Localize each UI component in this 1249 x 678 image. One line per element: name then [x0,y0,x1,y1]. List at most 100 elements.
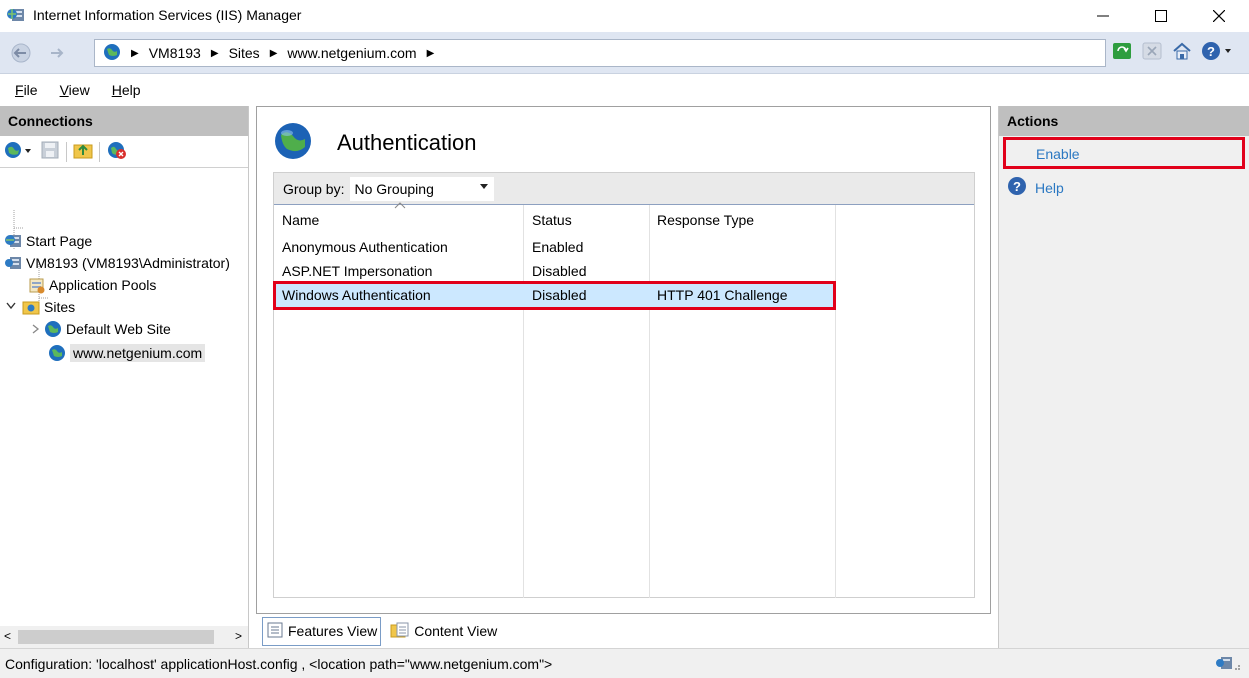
breadcrumb-separator-icon[interactable]: ▶ [427,48,435,59]
breadcrumb-server[interactable]: VM8193 [149,45,201,61]
scroll-right-icon[interactable]: > [235,629,242,643]
status-bar: Configuration: 'localhost' applicationHo… [0,648,1249,678]
cell-name: Anonymous Authentication [282,239,448,255]
cell-response-type: HTTP 401 Challenge [657,287,788,303]
address-bar[interactable]: ▶ VM8193 ▶ Sites ▶ www.netgenium.com ▶ [94,39,1106,67]
status-text: Configuration: 'localhost' applicationHo… [5,656,553,672]
scrollbar-thumb[interactable] [18,630,214,644]
breadcrumb-separator-icon: ▶ [131,47,139,59]
globe-icon [48,344,66,362]
minimize-icon [1097,15,1109,17]
home-icon[interactable] [1170,39,1194,63]
close-icon [1213,10,1225,22]
cell-name: Windows Authentication [282,287,431,303]
feature-table: Name Status Response Type Anonymous Auth… [274,202,974,598]
globe-icon [44,320,62,338]
cell-name: ASP.NET Impersonation [282,263,433,279]
menu-help[interactable]: Help [112,82,141,98]
connect-globe-icon[interactable] [4,140,34,163]
back-arrow-icon [11,43,31,63]
content-view-icon [390,621,410,642]
feature-list: Group by: No Grouping Name Status Respon… [273,172,975,598]
group-by-dropdown[interactable]: No Grouping [350,176,495,201]
menu-view[interactable]: View [60,82,90,98]
action-enable-link[interactable]: Enable [1036,146,1080,162]
dropdown-arrow-icon [480,183,489,189]
toolbar-divider [66,141,67,162]
iis-app-icon [6,7,26,23]
title-bar: Internet Information Services (IIS) Mana… [0,0,1249,32]
breadcrumb-sites[interactable]: Sites [229,45,260,61]
features-view-icon [266,621,284,642]
svg-text:?: ? [1013,179,1021,194]
maximize-icon [1155,10,1167,22]
chevron-down-icon[interactable] [6,301,16,313]
tab-content-view[interactable]: Content View [387,618,500,645]
column-header-response-type[interactable]: Response Type [649,205,835,235]
forward-button[interactable] [40,40,76,66]
help-dropdown-icon[interactable]: ? [1200,39,1234,63]
tree-item-default-web-site[interactable]: Default Web Site [32,318,171,340]
refresh-icon[interactable] [1110,39,1134,63]
column-divider [835,205,836,598]
window-title: Internet Information Services (IIS) Mana… [33,7,302,23]
column-header-name[interactable]: Name [274,202,523,235]
group-by-bar: Group by: No Grouping [274,173,974,205]
group-by-label: Group by: [283,180,345,197]
page-title: Authentication [337,129,477,155]
globe-icon [103,43,121,64]
tree-item-server[interactable]: VM8193 (VM8193\Administrator) [4,252,230,274]
connections-header: Connections [0,106,248,136]
breadcrumb-separator-icon: ▶ [269,47,278,59]
connections-panel: Connections Start Page VM8193 (VM8193\Ad… [0,106,249,648]
server-icon [4,254,22,272]
tree-item-netgenium-site[interactable]: www.netgenium.com [48,342,206,364]
view-tabs: Features View Content View [262,616,506,646]
forward-arrow-icon [51,48,64,58]
group-by-value: No Grouping [354,180,434,197]
cell-status: Disabled [532,287,587,303]
connections-toolbar [0,136,248,168]
table-row[interactable]: ASP.NET Impersonation Disabled [274,259,834,283]
minimize-button[interactable] [1074,0,1132,32]
cell-status: Enabled [532,239,584,255]
menu-bar: File View Help [0,74,1249,106]
connections-tree: Start Page VM8193 (VM8193\Administrator)… [0,168,248,362]
tree-item-start-page[interactable]: Start Page [4,230,92,252]
feature-panel: Authentication Group by: No Grouping Nam… [256,106,991,614]
toolbar-divider [99,141,100,162]
scroll-left-icon[interactable]: < [4,629,11,643]
connections-horizontal-scrollbar[interactable]: < > [0,626,248,648]
stop-icon[interactable] [1140,39,1164,63]
table-row[interactable]: Anonymous Authentication Enabled [274,235,834,259]
column-header-status[interactable]: Status [524,205,649,235]
actions-header: Actions [999,106,1249,136]
cell-status: Disabled [532,263,587,279]
start-page-icon [4,232,22,250]
breadcrumb-site[interactable]: www.netgenium.com [287,45,416,61]
tree-item-application-pools[interactable]: Application Pools [27,274,156,296]
action-help-link[interactable]: ? Help [1007,176,1064,199]
server-status-icon [1215,655,1241,676]
up-folder-icon[interactable] [73,140,93,163]
page-header: Authentication [273,121,476,164]
app-pools-icon [27,276,45,294]
close-button[interactable] [1190,0,1248,32]
actions-panel: Actions Enable ? Help [998,106,1249,648]
table-row-selected[interactable]: Windows Authentication Disabled HTTP 401… [274,283,834,307]
menu-file[interactable]: File [15,82,38,98]
save-icon[interactable] [40,140,60,163]
svg-text:?: ? [1207,44,1215,59]
back-button[interactable] [3,40,39,66]
address-toolbar: ▶ VM8193 ▶ Sites ▶ www.netgenium.com ▶ ? [0,32,1249,74]
authentication-globe-icon [273,121,313,164]
tab-features-view[interactable]: Features View [262,616,382,646]
help-icon: ? [1007,176,1027,199]
maximize-button[interactable] [1132,0,1190,32]
tree-item-sites[interactable]: Sites [6,296,75,318]
breadcrumb-separator-icon: ▶ [210,47,219,59]
disconnect-icon[interactable] [106,140,128,163]
chevron-right-icon[interactable] [32,321,40,337]
folder-icon [22,298,40,316]
sort-ascending-icon [394,202,406,209]
